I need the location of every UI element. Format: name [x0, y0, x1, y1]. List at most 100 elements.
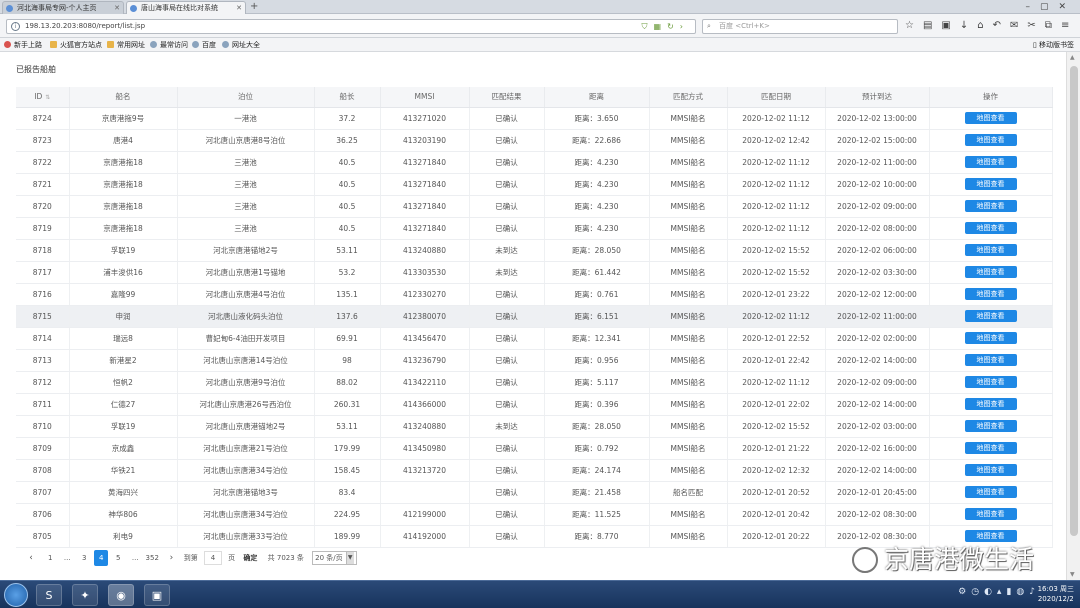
bookmark-item[interactable]: 常用网址: [107, 38, 145, 52]
map-view-button[interactable]: 地图查看: [964, 310, 1017, 322]
bookmark-item[interactable]: 新手上路: [4, 38, 42, 52]
page-size-select[interactable]: 20 条/页 ▼: [312, 551, 357, 565]
table-cell: MMSI船名: [649, 503, 728, 526]
map-view-button[interactable]: 地图查看: [964, 398, 1017, 410]
table-row: 8724 京唐港拖9号 一港池 37.2 413271020 已确认 距离：3.650 MMS…: [16, 107, 1053, 130]
scrollbar-thumb[interactable]: [1070, 66, 1078, 536]
table-cell: 8712: [16, 371, 70, 394]
extension-icon[interactable]: ⧉: [1045, 20, 1061, 31]
reader-icon[interactable]: ▤: [923, 20, 941, 31]
window-app-icon[interactable]: ▣: [144, 584, 170, 606]
site-info-icon[interactable]: i: [11, 22, 20, 31]
table-cell: 京成鑫: [69, 437, 178, 460]
goto-page-input[interactable]: 4: [203, 551, 222, 565]
column-header: 泊位: [177, 87, 315, 108]
chat-icon[interactable]: ✉: [1010, 20, 1027, 31]
bookmark-item[interactable]: 火狐官方站点: [50, 38, 102, 52]
table-cell: 距离：4.230: [544, 195, 650, 218]
page-ellipsis: ...: [63, 554, 71, 562]
table-cell: 三港池: [177, 151, 315, 174]
map-view-button[interactable]: 地图查看: [964, 332, 1017, 344]
page-number-button[interactable]: 5: [111, 550, 125, 566]
confirm-button[interactable]: 确定: [243, 550, 257, 566]
search-input[interactable]: ⌕ 百度 <Ctrl+K>: [702, 19, 898, 34]
table-cell: 已确认: [469, 195, 545, 218]
table-cell: 曹妃甸6-4油田开发项目: [177, 327, 315, 350]
undo-icon[interactable]: ↶: [993, 20, 1010, 31]
page-scrollbar[interactable]: ▲ ▼: [1066, 52, 1080, 580]
sogou-app-icon[interactable]: S: [36, 584, 62, 606]
prev-page-button[interactable]: ‹: [24, 550, 38, 566]
tab-personal-home[interactable]: 河北海事局专网-个人主页 ✕: [2, 1, 124, 14]
table-cell: 2020-12-02 11:12: [727, 305, 826, 328]
page-size-value: 20 条/页: [315, 554, 343, 562]
page-number-button[interactable]: 3: [77, 550, 91, 566]
download-icon[interactable]: ↓: [960, 20, 977, 31]
page-number-button[interactable]: 352: [145, 550, 159, 566]
page-title: 已报告船舶: [16, 65, 56, 74]
mobile-bookmarks[interactable]: ▯ 移动版书签: [1033, 38, 1074, 52]
bookmark-label: 网址大全: [232, 41, 260, 49]
map-view-button[interactable]: 地图查看: [964, 486, 1017, 498]
map-view-button[interactable]: 地图查看: [964, 508, 1017, 520]
bookmark-item[interactable]: 最常访问: [150, 38, 188, 52]
url-bar-icons[interactable]: ⛉▦↻›: [642, 20, 689, 33]
map-view-button[interactable]: 地图查看: [964, 134, 1017, 146]
bookmark-star-icon[interactable]: ☆: [905, 20, 923, 31]
close-icon[interactable]: ✕: [236, 2, 242, 14]
taskbar-clock[interactable]: 16:03 周三 2020/12/2: [1038, 584, 1074, 604]
url-bar[interactable]: i 198.13.20.203:8080/report/list.jsp ⛉▦↻…: [6, 19, 696, 34]
page-number-button[interactable]: 1: [43, 550, 57, 566]
messenger-app-icon[interactable]: ✦: [72, 584, 98, 606]
browser-tab-bar: 河北海事局专网-个人主页 ✕ 唐山海事局在线比对系统 ✕ + –▢✕: [0, 0, 1080, 14]
map-view-button[interactable]: 地图查看: [964, 156, 1017, 168]
window-controls[interactable]: –▢✕: [1025, 0, 1076, 14]
page-number-button[interactable]: 4: [94, 550, 109, 566]
action-cell: 地图查看: [929, 393, 1053, 416]
map-view-button[interactable]: 地图查看: [964, 112, 1017, 124]
map-view-button[interactable]: 地图查看: [964, 464, 1017, 476]
url-text: 198.13.20.203:8080/report/list.jsp: [25, 22, 146, 30]
table-cell: MMSI船名: [649, 393, 728, 416]
column-header-label: 匹配方式: [673, 92, 703, 102]
bookmark-item[interactable]: 网址大全: [222, 38, 260, 52]
map-view-button[interactable]: 地图查看: [964, 376, 1017, 388]
table-cell: 2020-12-02 02:00:00: [825, 327, 930, 350]
table-row: 8723 唐港4 河北唐山京唐港8号泊位 36.25 413203190 已确认 距离：22…: [16, 129, 1053, 152]
map-view-button[interactable]: 地图查看: [964, 288, 1017, 300]
table-cell: MMSI船名: [649, 459, 728, 482]
tab-comparison-system[interactable]: 唐山海事局在线比对系统 ✕: [126, 1, 246, 14]
map-view-button[interactable]: 地图查看: [964, 266, 1017, 278]
system-tray[interactable]: ⚙◷◐▴▮◍♪: [958, 587, 1040, 597]
map-view-button[interactable]: 地图查看: [964, 222, 1017, 234]
table-cell: 距离：28.050: [544, 415, 650, 438]
map-view-button[interactable]: 地图查看: [964, 420, 1017, 432]
chevron-down-icon: ▼: [345, 552, 354, 564]
bookmark-item[interactable]: 百度: [192, 38, 216, 52]
new-tab-button[interactable]: +: [250, 0, 258, 14]
screenshot-icon[interactable]: ✂: [1027, 20, 1044, 31]
scroll-down-icon[interactable]: ▼: [1070, 571, 1075, 578]
map-view-button[interactable]: 地图查看: [964, 178, 1017, 190]
table-cell: 8709: [16, 437, 70, 460]
lock-icon[interactable]: ▣: [941, 20, 959, 31]
table-cell: 距离：24.174: [544, 459, 650, 482]
sort-icon[interactable]: ⇅: [45, 94, 50, 101]
table-cell: 三港池: [177, 173, 315, 196]
start-button[interactable]: [4, 583, 28, 607]
menu-icon[interactable]: ≡: [1061, 20, 1078, 31]
column-header[interactable]: ID ⇅: [16, 87, 70, 108]
map-view-button[interactable]: 地图查看: [964, 354, 1017, 366]
map-view-button[interactable]: 地图查看: [964, 244, 1017, 256]
scroll-up-icon[interactable]: ▲: [1070, 54, 1075, 61]
home-icon[interactable]: ⌂: [977, 20, 992, 31]
action-cell: 地图查看: [929, 195, 1053, 218]
action-cell: 地图查看: [929, 327, 1053, 350]
firefox-app-icon[interactable]: ◉: [108, 584, 134, 606]
next-page-button[interactable]: ›: [164, 550, 178, 566]
map-view-button[interactable]: 地图查看: [964, 442, 1017, 454]
table-cell: 距离：12.341: [544, 327, 650, 350]
toolbar-icons[interactable]: ☆▤▣↓⌂↶✉✂⧉≡: [905, 19, 1078, 33]
close-icon[interactable]: ✕: [114, 2, 120, 14]
map-view-button[interactable]: 地图查看: [964, 200, 1017, 212]
